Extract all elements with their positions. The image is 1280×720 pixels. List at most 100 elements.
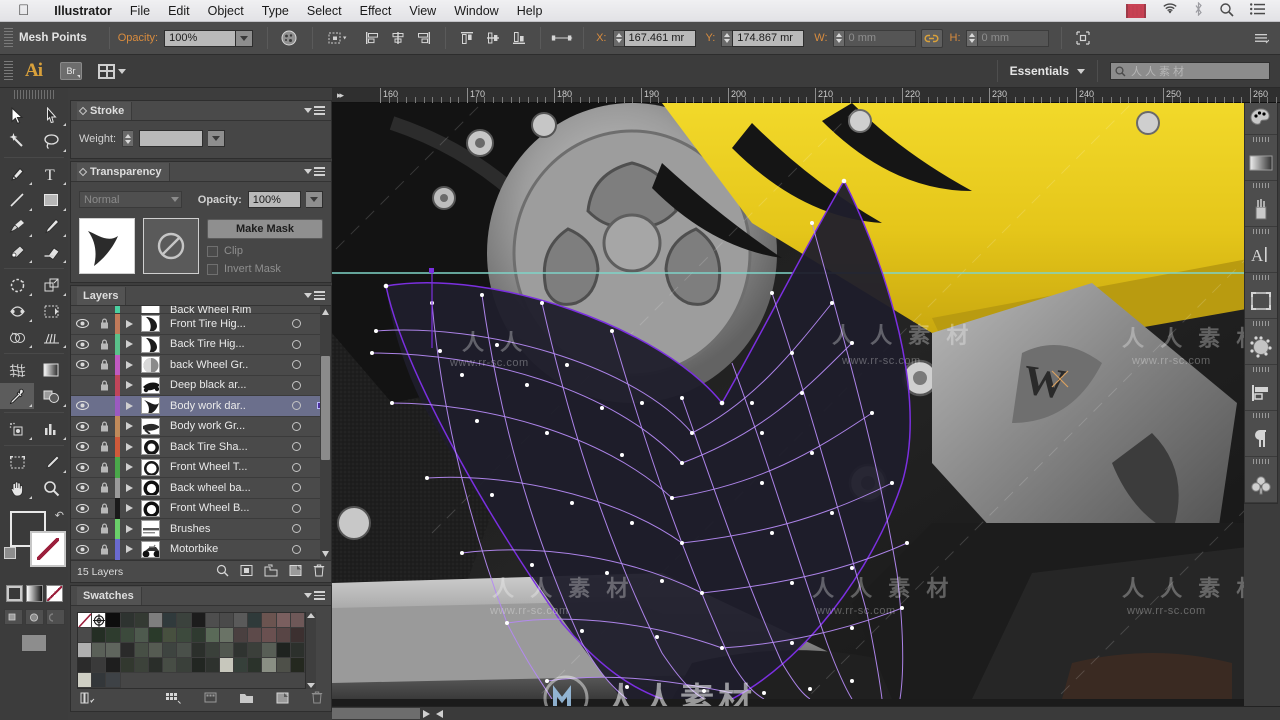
table-row[interactable]: Back Wheel Rim xyxy=(71,306,331,314)
layer-name[interactable]: Motorbike xyxy=(162,543,283,555)
layer-visibility-toggle[interactable] xyxy=(71,339,93,349)
rotate-tool[interactable] xyxy=(0,272,34,298)
line-segment-tool[interactable] xyxy=(0,187,34,213)
table-row[interactable]: Body work dar.. xyxy=(71,395,331,417)
eraser-tool[interactable] xyxy=(34,239,68,265)
layer-target-icon[interactable] xyxy=(283,544,309,554)
align-center-horizontal-icon[interactable] xyxy=(387,27,409,49)
swatch[interactable] xyxy=(106,673,121,688)
swatch[interactable] xyxy=(92,673,107,688)
swatch[interactable] xyxy=(191,643,206,658)
blend-tool[interactable] xyxy=(34,383,68,409)
chain-link-icon[interactable] xyxy=(920,28,943,48)
shape-builder-tool[interactable] xyxy=(0,324,34,350)
opacity-dropdown-icon[interactable] xyxy=(236,29,254,47)
swatch[interactable] xyxy=(219,658,235,673)
go-to-bridge-button[interactable]: Br xyxy=(60,62,82,80)
mesh-tool[interactable] xyxy=(0,357,34,383)
free-transform-tool[interactable] xyxy=(34,298,68,324)
layer-name[interactable]: Front Wheel B... xyxy=(162,502,283,514)
swatch[interactable] xyxy=(78,613,93,628)
swatch[interactable] xyxy=(262,658,277,673)
blob-brush-tool[interactable] xyxy=(0,239,34,265)
layer-target-icon[interactable] xyxy=(283,503,309,513)
app-bar-grip[interactable] xyxy=(4,61,13,81)
swatch[interactable] xyxy=(276,613,291,628)
type-tool[interactable]: T xyxy=(34,161,68,187)
layers-scroll-thumb[interactable] xyxy=(321,356,330,460)
layer-visibility-toggle[interactable] xyxy=(71,442,93,452)
swatch[interactable] xyxy=(148,643,164,658)
list-icon[interactable] xyxy=(1250,3,1266,18)
swatch[interactable] xyxy=(92,643,107,658)
menu-item-edit[interactable]: Edit xyxy=(159,4,199,18)
transparency-opacity-input[interactable]: 100% xyxy=(247,191,302,208)
swatch[interactable] xyxy=(205,643,220,658)
swatch[interactable] xyxy=(262,643,277,658)
chevron-down-icon[interactable] xyxy=(1077,68,1085,74)
layer-visibility-toggle[interactable] xyxy=(71,524,93,534)
scroll-left-icon[interactable] xyxy=(433,707,446,720)
swatch[interactable] xyxy=(290,658,305,673)
layer-lock-toggle[interactable] xyxy=(93,380,115,391)
color-mode-button[interactable] xyxy=(5,585,23,602)
transform-icon[interactable] xyxy=(327,27,349,49)
stroke-color-swatch[interactable] xyxy=(30,531,66,567)
table-row[interactable]: Brushes xyxy=(71,518,331,540)
gradient-tool[interactable] xyxy=(34,357,68,383)
swatch[interactable] xyxy=(148,628,164,643)
swatch[interactable] xyxy=(78,658,93,673)
pen-tool[interactable] xyxy=(0,161,34,187)
swatch[interactable] xyxy=(106,658,121,673)
slice-tool[interactable] xyxy=(34,449,68,475)
film-strip-icon[interactable] xyxy=(1126,3,1146,18)
w-stepper[interactable] xyxy=(832,29,844,47)
w-input[interactable]: 0 mm xyxy=(843,29,916,47)
layer-lock-toggle[interactable] xyxy=(93,359,115,370)
layer-lock-toggle[interactable] xyxy=(93,339,115,350)
swatch[interactable] xyxy=(177,658,192,673)
layer-expand-icon[interactable] xyxy=(120,381,138,390)
swatch[interactable] xyxy=(120,628,135,643)
table-row[interactable]: Back Tire Sha... xyxy=(71,436,331,458)
make-clipping-mask-icon[interactable] xyxy=(240,564,253,580)
clip-checkbox[interactable] xyxy=(207,245,218,257)
paintbrush-tool[interactable] xyxy=(0,213,34,239)
table-row[interactable]: Front Wheel B... xyxy=(71,498,331,519)
layer-lock-toggle[interactable] xyxy=(93,441,115,452)
swatch[interactable] xyxy=(177,643,192,658)
delete-swatch-icon[interactable] xyxy=(311,691,323,709)
layer-visibility-toggle[interactable] xyxy=(71,483,93,493)
swatch[interactable] xyxy=(92,613,107,628)
swatches-panel-menu-icon[interactable] xyxy=(304,591,331,600)
panel-collapse-icon[interactable] xyxy=(78,106,88,115)
swatch[interactable] xyxy=(106,628,121,643)
stroke-weight-dropdown-icon[interactable] xyxy=(208,130,226,147)
perspective-grid-tool[interactable] xyxy=(34,324,68,350)
search-icon[interactable] xyxy=(1219,2,1234,20)
swatch[interactable] xyxy=(106,643,121,658)
layer-name[interactable]: Front Tire Hig... xyxy=(162,318,283,330)
x-input[interactable]: 167.461 mr xyxy=(623,29,696,47)
swatch[interactable] xyxy=(78,643,93,658)
swatch[interactable] xyxy=(248,613,263,628)
horizontal-scroll-thumb[interactable] xyxy=(332,708,420,719)
align-middle-vertical-icon[interactable] xyxy=(482,27,504,49)
layer-name[interactable]: Back Tire Sha... xyxy=(162,441,283,453)
swatch[interactable] xyxy=(276,658,291,673)
layer-expand-icon[interactable] xyxy=(120,422,138,431)
selection-tool[interactable] xyxy=(0,102,34,128)
swatch[interactable] xyxy=(248,628,263,643)
stroke-panel-menu-icon[interactable] xyxy=(304,106,331,115)
search-input[interactable]: 人人素材 xyxy=(1110,62,1270,80)
wifi-icon[interactable] xyxy=(1162,3,1178,18)
table-row[interactable]: Back Tire Hig... xyxy=(71,334,331,355)
swatch-options-icon[interactable] xyxy=(204,691,217,709)
swatch[interactable] xyxy=(219,613,235,628)
graphic-styles-panel-icon[interactable] xyxy=(1245,457,1277,503)
layer-expand-icon[interactable] xyxy=(120,340,138,349)
table-row[interactable]: Motorbike xyxy=(71,539,331,560)
menu-item-effect[interactable]: Effect xyxy=(351,4,401,18)
paragraph-panel-icon[interactable] xyxy=(1245,411,1277,457)
table-row[interactable]: Deep black ar... xyxy=(71,375,331,396)
